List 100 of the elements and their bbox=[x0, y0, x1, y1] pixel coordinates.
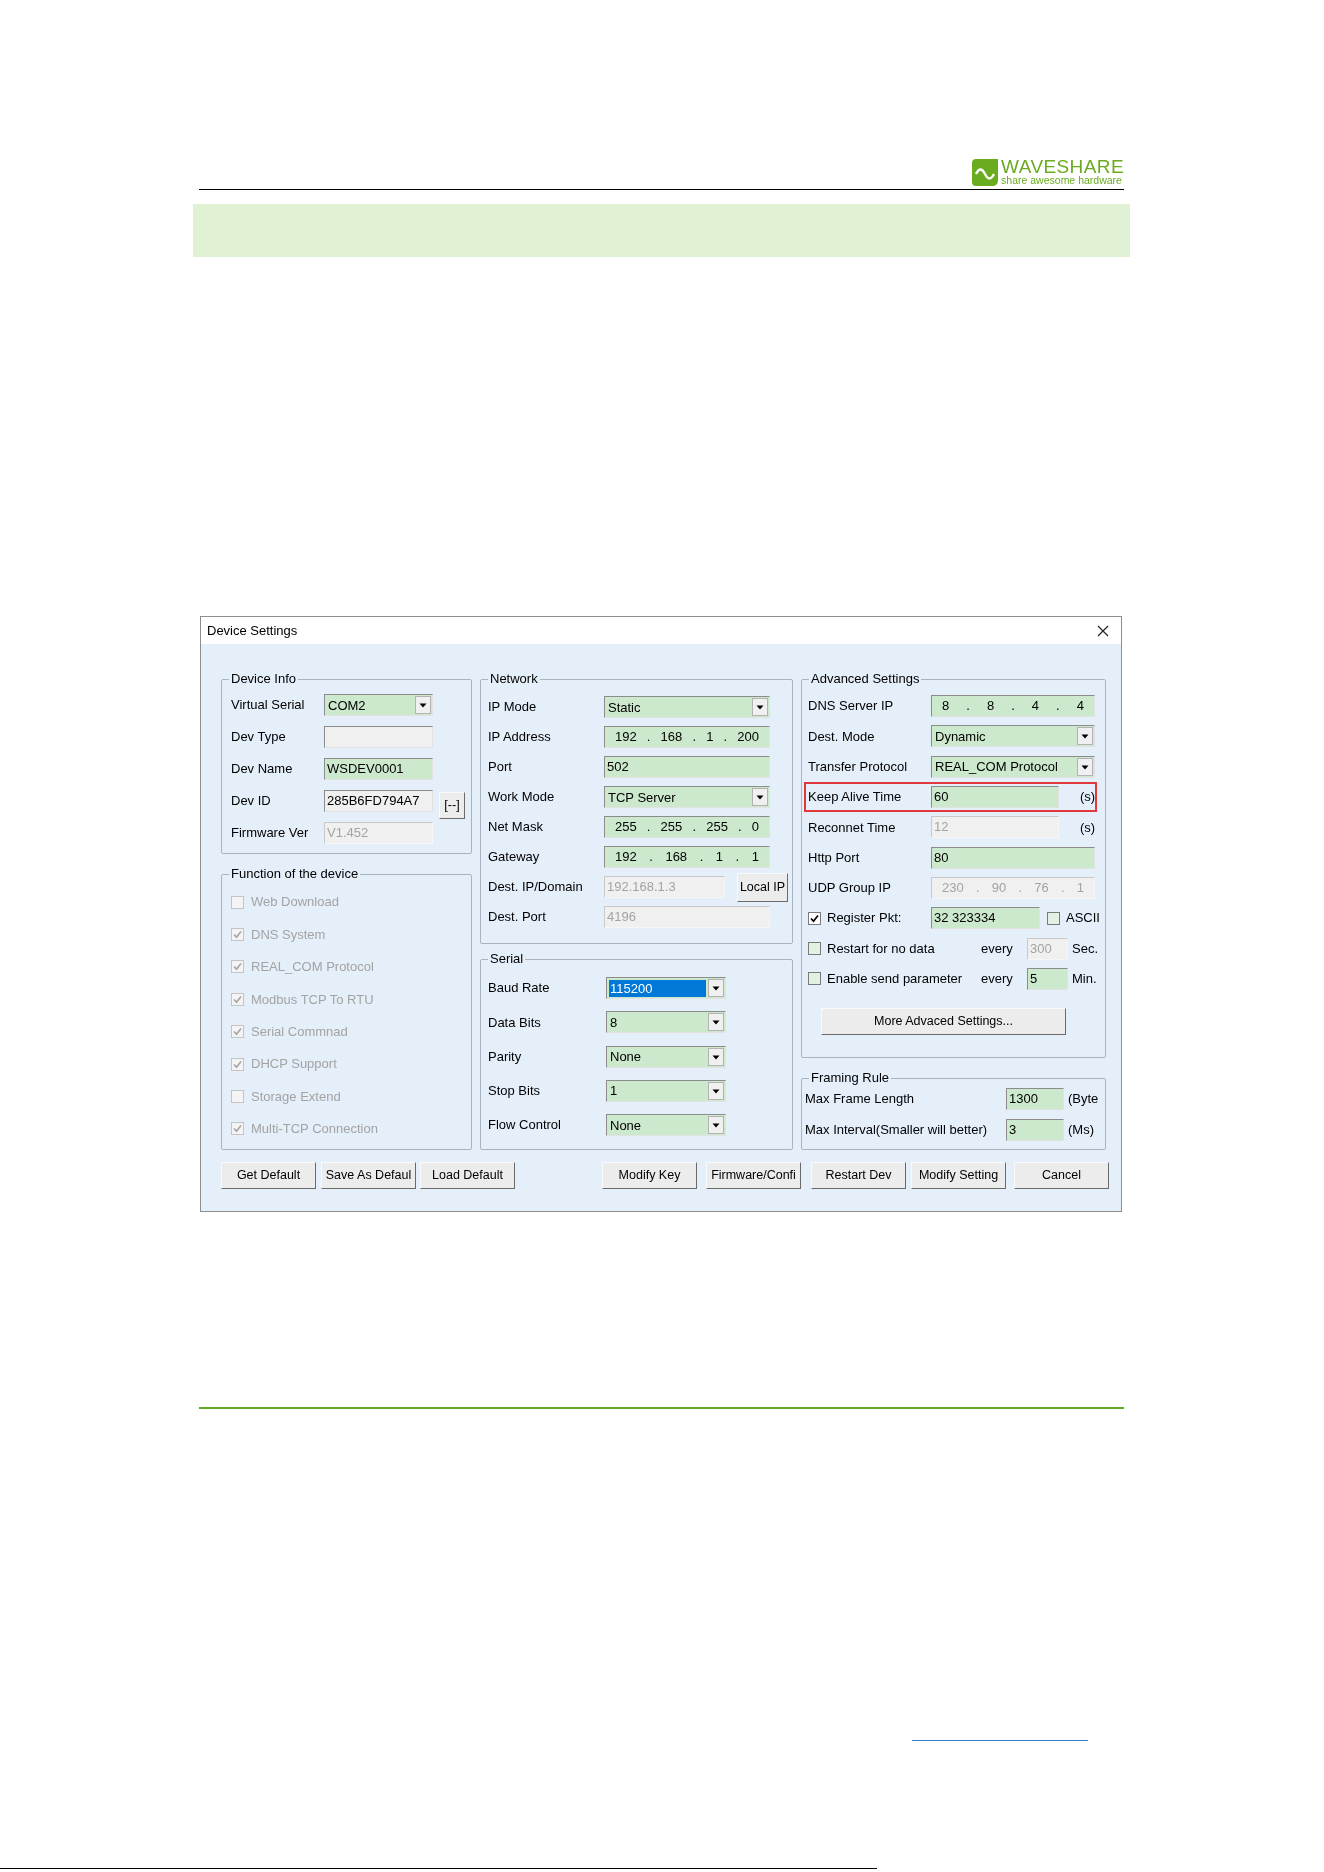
action-button[interactable]: [--] bbox=[439, 792, 465, 819]
action-button[interactable]: Restart Dev bbox=[811, 1162, 906, 1189]
group-title: Device Info bbox=[230, 671, 298, 687]
checkbox-label: Enable send parameter bbox=[827, 970, 963, 989]
field-label: Dest. Mode bbox=[808, 727, 876, 746]
dropdown-caret-icon[interactable] bbox=[708, 1047, 724, 1066]
field-label: IP Address bbox=[488, 728, 552, 747]
unit-label: Sec. bbox=[1072, 939, 1098, 958]
field-label: Port bbox=[488, 758, 513, 777]
action-button[interactable]: Save As Defaul bbox=[321, 1162, 416, 1189]
checkbox-label: DHCP Support bbox=[251, 1055, 337, 1074]
action-button[interactable]: Load Default bbox=[420, 1162, 515, 1189]
checkbox-label: Multi-TCP Connection bbox=[251, 1120, 378, 1139]
checkbox-label: Restart for no data bbox=[827, 939, 935, 958]
dropdown-caret-icon[interactable] bbox=[1077, 757, 1093, 776]
text-field[interactable]: 5 bbox=[1027, 967, 1068, 990]
text-field[interactable]: 32 323334 bbox=[931, 907, 1040, 930]
field-label: Gateway bbox=[488, 848, 541, 867]
read-only-field: V1.452 bbox=[324, 822, 433, 844]
field-label: Dest. IP/Domain bbox=[488, 878, 584, 897]
action-button[interactable]: Firmware/Confi bbox=[706, 1162, 801, 1189]
dropdown-caret-icon[interactable] bbox=[708, 1116, 724, 1135]
text-field[interactable]: WSDEV0001 bbox=[324, 758, 433, 780]
dialog-title: Device Settings bbox=[207, 621, 298, 640]
field-label: Flow Control bbox=[488, 1116, 562, 1135]
unit-label: (Byte bbox=[1068, 1089, 1099, 1108]
group-title: Function of the device bbox=[230, 866, 360, 882]
dropdown[interactable]: TCP Server bbox=[604, 786, 770, 808]
dropdown[interactable]: Static bbox=[604, 696, 770, 718]
field-label: Data Bits bbox=[488, 1013, 542, 1032]
dropdown-caret-icon[interactable] bbox=[752, 788, 768, 806]
text-field[interactable]: 60 bbox=[931, 786, 1059, 809]
checkbox-label: REAL_COM Protocol bbox=[251, 958, 374, 977]
field-label: Work Mode bbox=[488, 788, 556, 807]
dropdown[interactable]: 1 bbox=[606, 1079, 726, 1102]
action-button[interactable]: Get Default bbox=[221, 1162, 316, 1189]
unit-label: Min. bbox=[1072, 970, 1097, 989]
action-button[interactable]: Local IP bbox=[737, 872, 788, 902]
field-label: Stop Bits bbox=[488, 1082, 542, 1101]
dropdown[interactable]: Dynamic bbox=[931, 725, 1095, 748]
ip-address-field[interactable]: 255 . 255 . 255 . 0 bbox=[604, 816, 770, 838]
text-field[interactable]: 1300 bbox=[1006, 1087, 1064, 1110]
unit-label: (s) bbox=[1080, 788, 1096, 807]
ip-address-field[interactable]: 192 . 168 . 1 . 200 bbox=[604, 726, 770, 748]
checkbox-label: ASCII bbox=[1066, 909, 1100, 928]
logo-tagline: share awesome hardware bbox=[1001, 175, 1122, 186]
dropdown-caret-icon[interactable] bbox=[708, 1081, 724, 1100]
field-label: DNS Server IP bbox=[808, 697, 895, 716]
checkbox-label: Serial Commnad bbox=[251, 1023, 348, 1041]
dropdown-caret-icon[interactable] bbox=[415, 696, 431, 714]
text-field[interactable]: 80 bbox=[931, 846, 1095, 869]
interval-prefix-label: every bbox=[981, 970, 1014, 989]
close-icon[interactable] bbox=[1097, 624, 1109, 637]
group-title: Serial bbox=[489, 951, 525, 967]
group-title: Network bbox=[489, 671, 539, 687]
field-label: Keep Alive Time bbox=[808, 788, 903, 807]
dropdown[interactable]: None bbox=[606, 1114, 726, 1137]
field-label: Firmware Ver bbox=[231, 824, 310, 843]
dropdown[interactable]: COM2 bbox=[324, 694, 433, 716]
text-field[interactable]: 502 bbox=[604, 756, 770, 778]
dropdown-caret-icon[interactable] bbox=[752, 698, 768, 716]
checkbox[interactable] bbox=[808, 972, 821, 986]
ip-address-field[interactable]: 192 . 168 . 1 . 1 bbox=[604, 846, 770, 868]
checkbox[interactable] bbox=[808, 911, 821, 925]
ip-address-field[interactable]: 8 . 8 . 4 . 4 bbox=[931, 695, 1095, 718]
checkbox[interactable] bbox=[808, 942, 821, 955]
wave-logo-icon bbox=[972, 158, 999, 186]
checkbox-label: Web Download bbox=[251, 893, 339, 912]
field-label: IP Mode bbox=[488, 698, 538, 717]
field-label: Dest. Port bbox=[488, 908, 547, 927]
text-field[interactable]: 3 bbox=[1006, 1118, 1064, 1141]
checkbox-label: DNS System bbox=[251, 925, 326, 944]
dropdown-caret-icon[interactable] bbox=[708, 1013, 724, 1032]
unit-label: (Ms) bbox=[1068, 1120, 1094, 1139]
field-label: Parity bbox=[488, 1047, 523, 1066]
interval-prefix-label: every bbox=[981, 939, 1014, 958]
field-label: Dev Type bbox=[231, 728, 287, 747]
field-label: Baud Rate bbox=[488, 979, 551, 998]
field-label: Max Interval(Smaller will better) bbox=[805, 1120, 989, 1139]
group-title: Advanced Settings bbox=[810, 671, 921, 687]
field-label: Dev Name bbox=[231, 760, 294, 779]
field-label: UDP Group IP bbox=[808, 879, 892, 898]
action-button[interactable]: Cancel bbox=[1014, 1162, 1109, 1189]
action-button[interactable]: More Advaced Settings... bbox=[821, 1007, 1066, 1035]
checkbox-label: Modbus TCP To RTU bbox=[251, 990, 374, 1009]
field-label: Dev ID bbox=[231, 792, 272, 811]
group-title: Framing Rule bbox=[810, 1070, 891, 1086]
field-label: Net Mask bbox=[488, 818, 544, 837]
checkbox[interactable] bbox=[1047, 911, 1060, 925]
dropdown-caret-icon[interactable] bbox=[1077, 727, 1093, 746]
field-label: Transfer Protocol bbox=[808, 758, 909, 776]
dropdown[interactable]: None bbox=[606, 1045, 726, 1068]
dropdown[interactable]: REAL_COM Protocol bbox=[931, 755, 1095, 778]
logo-wordmark: WAVESHARE bbox=[1001, 158, 1124, 175]
checkbox-label: Storage Extend bbox=[251, 1087, 341, 1106]
dropdown[interactable]: 8 bbox=[606, 1011, 726, 1034]
action-button[interactable]: Modify Setting bbox=[911, 1162, 1006, 1189]
action-button[interactable]: Modify Key bbox=[602, 1162, 697, 1189]
dropdown-caret-icon[interactable] bbox=[708, 979, 724, 998]
dropdown[interactable]: 115200 bbox=[606, 977, 726, 1000]
